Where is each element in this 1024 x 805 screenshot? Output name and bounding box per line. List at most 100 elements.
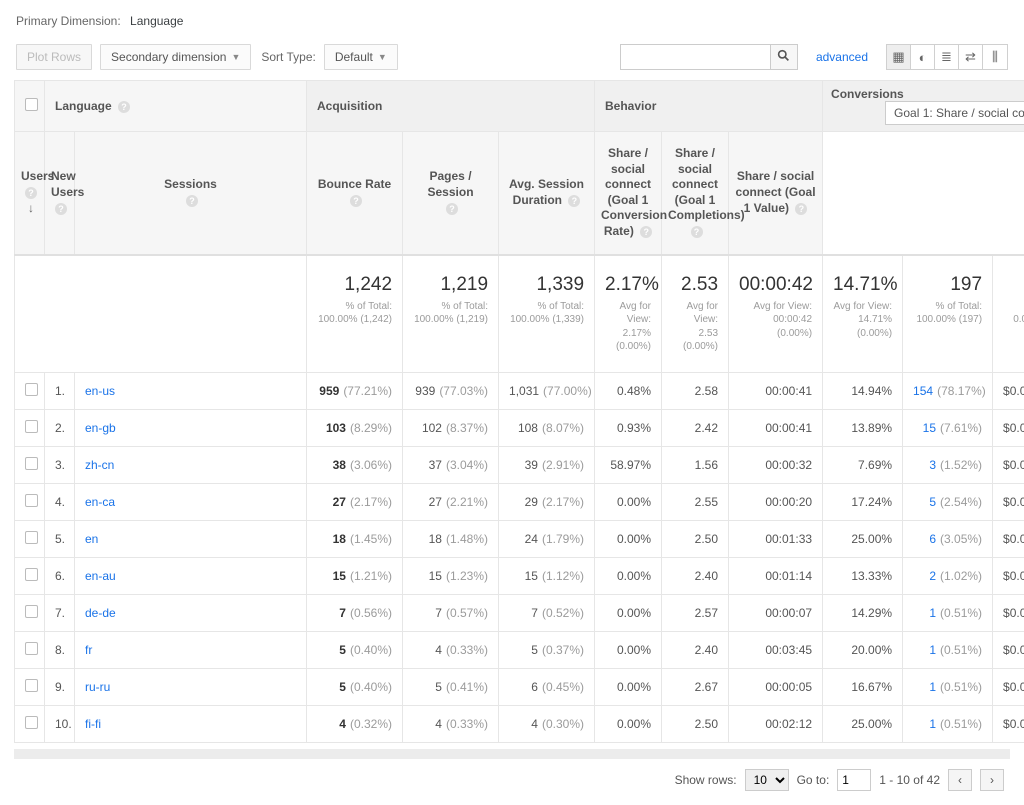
primary-dimension-label: Primary Dimension:: [16, 14, 121, 28]
table-row: 9.ru-ru5(0.40%)5(0.41%)6(0.45%)0.00%2.67…: [15, 668, 1024, 705]
search-input[interactable]: [620, 44, 770, 70]
row-index: 2.: [45, 409, 75, 446]
col-completions[interactable]: Share / social connect (Goal 1 Completio…: [662, 132, 729, 255]
row-language: de-de: [75, 594, 307, 631]
secondary-dimension-select[interactable]: Secondary dimension ▼: [100, 44, 251, 70]
help-icon[interactable]: ?: [25, 187, 37, 199]
col-duration[interactable]: Avg. Session Duration ?: [499, 132, 595, 255]
chevron-down-icon: ▼: [231, 52, 240, 62]
table-row: 10.fi-fi4(0.32%)4(0.33%)4(0.30%)0.00%2.5…: [15, 705, 1024, 742]
plot-rows-button[interactable]: Plot Rows: [16, 44, 92, 70]
prev-page-button[interactable]: ‹: [948, 769, 972, 791]
sort-type-select[interactable]: Default ▼: [324, 44, 398, 70]
search-button[interactable]: [770, 44, 798, 70]
view-comparison-icon[interactable]: ⇄: [959, 45, 983, 69]
group-behavior: Behavior: [595, 81, 823, 132]
view-pivot-icon[interactable]: ⫼: [983, 45, 1007, 69]
col-conv-rate[interactable]: Share / social connect (Goal 1 Conversio…: [595, 132, 662, 255]
row-language: en-gb: [75, 409, 307, 446]
language-link[interactable]: en-us: [85, 384, 115, 398]
chevron-right-icon: ›: [990, 773, 994, 787]
goal-select[interactable]: Goal 1: Share / social connect ▼: [885, 101, 1024, 125]
row-index: 4.: [45, 483, 75, 520]
help-icon[interactable]: ?: [350, 195, 362, 207]
select-all-checkbox[interactable]: [25, 98, 38, 111]
language-link[interactable]: ru-ru: [85, 680, 110, 694]
help-icon[interactable]: ?: [118, 101, 130, 113]
horizontal-scrollbar[interactable]: [14, 749, 1010, 759]
language-link[interactable]: en: [85, 532, 98, 546]
row-checkbox[interactable]: [25, 383, 38, 396]
table-row: 6.en-au15(1.21%)15(1.23%)15(1.12%)0.00%2…: [15, 557, 1024, 594]
language-link[interactable]: fi-fi: [85, 717, 101, 731]
row-language: fr: [75, 631, 307, 668]
table-row: 2.en-gb103(8.29%)102(8.37%)108(8.07%)0.9…: [15, 409, 1024, 446]
help-icon[interactable]: ?: [640, 226, 652, 238]
view-performance-icon[interactable]: ≣: [935, 45, 959, 69]
col-users[interactable]: Users?↓: [15, 132, 45, 255]
language-link[interactable]: en-ca: [85, 495, 115, 509]
view-data-table-icon[interactable]: ▦: [887, 45, 911, 69]
table-row: 4.en-ca27(2.17%)27(2.21%)29(2.17%)0.00%2…: [15, 483, 1024, 520]
goto-input[interactable]: [837, 769, 871, 791]
row-index: 7.: [45, 594, 75, 631]
row-checkbox[interactable]: [25, 679, 38, 692]
secondary-dimension-label: Secondary dimension: [111, 50, 226, 64]
row-checkbox[interactable]: [25, 494, 38, 507]
primary-dimension: Primary Dimension: Language: [14, 10, 1010, 38]
sort-type-value: Default: [335, 50, 373, 64]
chevron-left-icon: ‹: [958, 773, 962, 787]
help-icon[interactable]: ?: [446, 203, 458, 215]
help-icon[interactable]: ?: [568, 195, 580, 207]
row-range: 1 - 10 of 42: [879, 773, 940, 787]
row-checkbox[interactable]: [25, 716, 38, 729]
group-conversions: Conversions: [831, 87, 904, 101]
sort-type-label: Sort Type:: [261, 50, 315, 64]
table-row: 1.en-us959(77.21%)939(77.03%)1,031(77.00…: [15, 372, 1024, 409]
col-sessions[interactable]: Sessions?: [75, 132, 307, 255]
row-checkbox[interactable]: [25, 531, 38, 544]
col-bounce[interactable]: Bounce Rate ?: [307, 132, 403, 255]
row-language: zh-cn: [75, 446, 307, 483]
advanced-link[interactable]: advanced: [816, 50, 868, 64]
language-link[interactable]: en-au: [85, 569, 116, 583]
row-index: 6.: [45, 557, 75, 594]
search-icon: [777, 49, 790, 65]
table-row: 7.de-de7(0.56%)7(0.57%)7(0.52%)0.00%2.57…: [15, 594, 1024, 631]
next-page-button[interactable]: ›: [980, 769, 1004, 791]
row-index: 9.: [45, 668, 75, 705]
goal-select-value: Goal 1: Share / social connect: [894, 106, 1024, 120]
primary-dimension-value: Language: [130, 14, 183, 28]
language-link[interactable]: fr: [85, 643, 92, 657]
row-index: 1.: [45, 372, 75, 409]
row-checkbox[interactable]: [25, 420, 38, 433]
help-icon[interactable]: ?: [795, 203, 807, 215]
table-footer: Show rows: 10 Go to: 1 - 10 of 42 ‹ ›: [14, 759, 1010, 795]
col-pages[interactable]: Pages / Session?: [403, 132, 499, 255]
language-link[interactable]: de-de: [85, 606, 116, 620]
table-toolbar: Plot Rows Secondary dimension ▼ Sort Typ…: [14, 38, 1010, 80]
row-checkbox[interactable]: [25, 605, 38, 618]
view-toggle: ▦ ◐ ≣ ⇄ ⫼: [886, 44, 1008, 70]
table-row: 5.en18(1.45%)18(1.48%)24(1.79%)0.00%2.50…: [15, 520, 1024, 557]
help-icon[interactable]: ?: [186, 195, 198, 207]
row-language: en-ca: [75, 483, 307, 520]
show-rows-select[interactable]: 10: [745, 769, 789, 791]
row-checkbox[interactable]: [25, 642, 38, 655]
row-checkbox[interactable]: [25, 568, 38, 581]
row-language: fi-fi: [75, 705, 307, 742]
help-icon[interactable]: ?: [55, 203, 67, 215]
row-index: 10.: [45, 705, 75, 742]
table-row: 3.zh-cn38(3.06%)37(3.04%)39(2.91%)58.97%…: [15, 446, 1024, 483]
view-percentage-icon[interactable]: ◐: [911, 45, 935, 69]
row-checkbox[interactable]: [25, 457, 38, 470]
group-acquisition: Acquisition: [307, 81, 595, 132]
row-index: 5.: [45, 520, 75, 557]
language-link[interactable]: zh-cn: [85, 458, 114, 472]
col-new-users[interactable]: New Users?: [45, 132, 75, 255]
row-language: en-us: [75, 372, 307, 409]
col-value[interactable]: Share / social connect (Goal 1 Value) ?: [729, 132, 823, 255]
col-language: Language: [55, 99, 112, 113]
language-link[interactable]: en-gb: [85, 421, 116, 435]
help-icon[interactable]: ?: [691, 226, 703, 238]
